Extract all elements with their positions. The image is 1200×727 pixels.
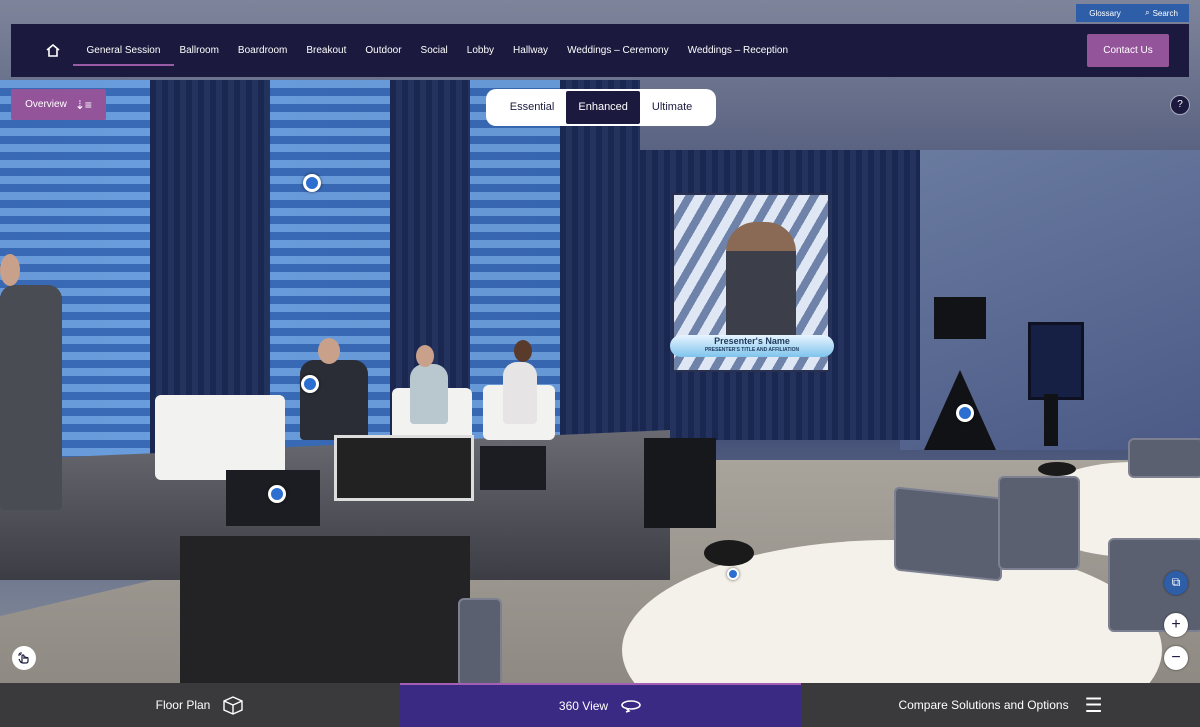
compare-label: Compare Solutions and Options — [898, 698, 1069, 712]
view-360-label: 360 View — [558, 699, 609, 713]
tab-lobby[interactable]: Lobby — [457, 24, 503, 77]
chair — [458, 598, 502, 683]
conference-speakerphone — [1038, 462, 1076, 476]
tier-ultimate[interactable]: Ultimate — [640, 91, 704, 124]
curtain — [560, 80, 640, 480]
hotspot-speaker[interactable] — [956, 404, 974, 422]
tab-breakout[interactable]: Breakout — [297, 24, 356, 77]
bottom-bar: Floor Plan 360 View Compare Solutions an… — [0, 683, 1200, 727]
home-icon — [46, 44, 60, 57]
search-icon: ⌕ — [1145, 8, 1150, 17]
glossary-button[interactable]: Glossary — [1076, 4, 1134, 22]
zoom-out-button[interactable]: − — [1164, 646, 1188, 670]
tier-selector: Essential Enhanced Ultimate — [486, 89, 716, 126]
tab-boardroom[interactable]: Boardroom — [228, 24, 296, 77]
kiosk-stand — [1044, 394, 1058, 446]
conference-speakerphone — [704, 540, 754, 566]
fullscreen-icon[interactable]: ⧉ — [1164, 571, 1188, 595]
tab-weddings-reception[interactable]: Weddings – Reception — [678, 24, 797, 77]
panelist — [503, 362, 537, 424]
overview-label: Overview — [25, 99, 67, 110]
armchair — [155, 395, 285, 480]
glossary-label: Glossary — [1089, 8, 1121, 18]
tab-general-session[interactable]: General Session — [73, 24, 174, 77]
tab-weddings-ceremony[interactable]: Weddings – Ceremony — [558, 24, 679, 77]
confidence-monitor — [180, 536, 470, 683]
tier-enhanced[interactable]: Enhanced — [566, 91, 640, 124]
panelist-head — [514, 340, 532, 362]
contact-us-button[interactable]: Contact Us — [1087, 34, 1169, 67]
tab-outdoor[interactable]: Outdoor — [356, 24, 411, 77]
gesture-hand-icon[interactable] — [12, 646, 36, 670]
tier-essential[interactable]: Essential — [498, 91, 567, 124]
hotspot-stage-monitor[interactable] — [268, 485, 286, 503]
panelist-head — [318, 338, 340, 364]
presenter-head — [0, 254, 20, 286]
screen-presenter-image — [726, 222, 796, 337]
search-label: Search — [1152, 8, 1178, 18]
hotspot-panelist[interactable] — [301, 375, 319, 393]
top-nav: General Session Ballroom Boardroom Break… — [11, 24, 1189, 77]
hotspot-speakerphone[interactable] — [727, 568, 739, 580]
floor-plan-button[interactable]: Floor Plan — [0, 683, 400, 727]
view-360-button[interactable]: 360 View — [400, 683, 801, 727]
rotate-360-icon — [621, 700, 641, 713]
subwoofer — [644, 438, 716, 528]
zoom-in-button[interactable]: + — [1164, 613, 1188, 637]
presenter — [0, 285, 62, 510]
overview-button[interactable]: Overview ⇣≡ — [11, 89, 106, 120]
screen-lower-third: Presenter's Name PRESENTER'S TITLE AND A… — [670, 335, 834, 357]
floor-plan-label: Floor Plan — [155, 698, 211, 712]
coffee-table — [334, 435, 474, 501]
chair — [998, 476, 1080, 570]
presenter-title: PRESENTER'S TITLE AND AFFILIATION — [704, 347, 800, 353]
hotspot-led-wall[interactable] — [303, 174, 321, 192]
panelist — [300, 360, 368, 440]
tab-hallway[interactable]: Hallway — [504, 24, 558, 77]
sort-icon: ⇣≡ — [74, 97, 92, 112]
room-tabs: General Session Ballroom Boardroom Break… — [73, 24, 798, 77]
floor-plan-icon — [223, 696, 244, 715]
stage-monitor — [480, 446, 546, 490]
tab-social[interactable]: Social — [411, 24, 457, 77]
tab-ballroom[interactable]: Ballroom — [170, 24, 228, 77]
menu-icon: ☰ — [1084, 694, 1103, 717]
chair — [894, 486, 1002, 582]
speaker — [934, 297, 986, 339]
panelist-head — [416, 345, 434, 367]
help-icon[interactable]: ? — [1170, 95, 1190, 115]
home-button[interactable] — [29, 24, 77, 77]
signage-kiosk — [1028, 322, 1084, 400]
panelist — [410, 364, 448, 424]
presenter-name: Presenter's Name — [714, 336, 790, 346]
chair — [1128, 438, 1200, 478]
compare-solutions-button[interactable]: Compare Solutions and Options ☰ — [801, 683, 1200, 727]
search-button[interactable]: ⌕ Search — [1134, 4, 1189, 22]
